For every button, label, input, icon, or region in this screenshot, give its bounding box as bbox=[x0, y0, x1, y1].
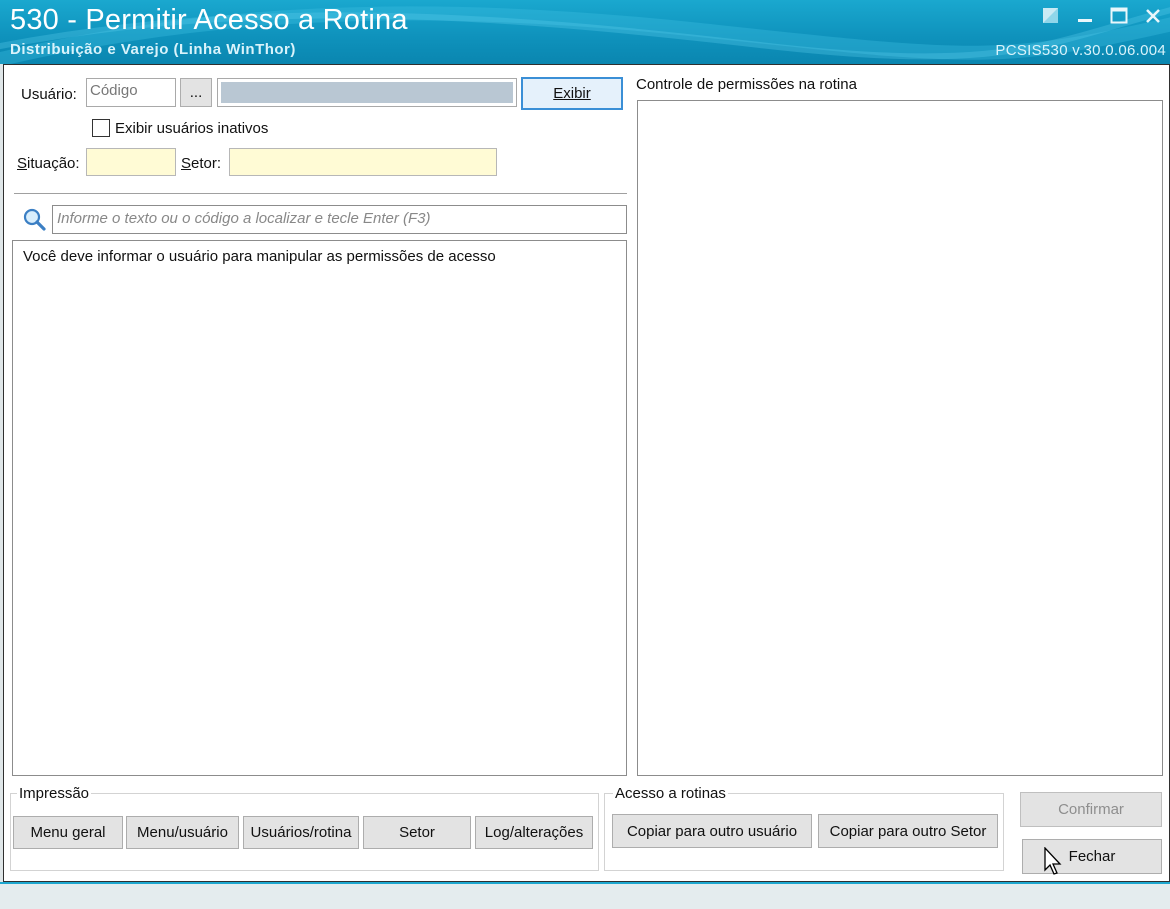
status-bar bbox=[0, 882, 1170, 909]
situacao-label-text: ituação: bbox=[27, 155, 80, 172]
title-bar: 530 - Permitir Acesso a Rotina Distribui… bbox=[0, 0, 1170, 64]
exibir-button[interactable]: Exibir bbox=[521, 77, 623, 110]
copiar-outro-setor-button[interactable]: Copiar para outro Setor bbox=[818, 814, 998, 848]
menu-usuario-label: Menu/usuário bbox=[137, 824, 228, 841]
copiar-outro-usuario-button[interactable]: Copiar para outro usuário bbox=[612, 814, 812, 848]
menu-geral-button[interactable]: Menu geral bbox=[13, 816, 123, 849]
fechar-button[interactable]: Fechar bbox=[1022, 839, 1162, 874]
setor-button[interactable]: Setor bbox=[363, 816, 471, 849]
setor-input[interactable] bbox=[229, 148, 497, 176]
usuario-codigo-input[interactable]: Código bbox=[86, 78, 176, 107]
filter-separator bbox=[14, 193, 627, 194]
log-alteracoes-label: Log/alterações bbox=[484, 824, 584, 841]
maximize-icon[interactable] bbox=[1108, 5, 1130, 27]
exibir-button-label: Exibir bbox=[553, 85, 591, 102]
usuario-lookup-button[interactable]: ... bbox=[180, 78, 212, 107]
usuario-nome-value bbox=[221, 82, 513, 103]
setor-button-label: Setor bbox=[399, 824, 435, 841]
impressao-group-title: Impressão bbox=[17, 785, 92, 802]
copiar-outro-usuario-label: Copiar para outro usuário bbox=[626, 822, 798, 840]
confirmar-button[interactable]: Confirmar bbox=[1020, 792, 1162, 827]
situacao-label: Situação: bbox=[17, 155, 80, 172]
main-form: Usuário: Código ... Exibir Exibir usuári… bbox=[3, 64, 1170, 882]
restore-layout-icon[interactable] bbox=[1040, 5, 1062, 27]
exibir-inativos-checkbox[interactable] bbox=[92, 119, 110, 137]
menu-usuario-button[interactable]: Menu/usuário bbox=[126, 816, 239, 849]
exibir-inativos-label: Exibir usuários inativos bbox=[115, 120, 269, 137]
empty-message: Você deve informar o usuário para manipu… bbox=[23, 248, 496, 265]
window-subtitle: Distribuição e Varejo (Linha WinThor) bbox=[10, 41, 296, 58]
minimize-icon[interactable] bbox=[1074, 5, 1096, 27]
log-alteracoes-button[interactable]: Log/alterações bbox=[475, 816, 593, 849]
controle-permissoes-title: Controle de permissões na rotina bbox=[636, 76, 857, 93]
usuarios-rotina-button[interactable]: Usuários/rotina bbox=[243, 816, 359, 849]
situacao-input[interactable] bbox=[86, 148, 176, 176]
permissions-tree-panel[interactable]: Você deve informar o usuário para manipu… bbox=[12, 240, 627, 776]
close-icon[interactable] bbox=[1142, 5, 1164, 27]
copiar-outro-setor-label: Copiar para outro Setor bbox=[829, 822, 987, 840]
confirmar-label: Confirmar bbox=[1058, 801, 1124, 818]
usuarios-rotina-label: Usuários/rotina bbox=[250, 824, 352, 841]
usuario-label: Usuário: bbox=[21, 86, 77, 103]
version-label: PCSIS530 v.30.0.06.004 bbox=[995, 42, 1166, 59]
codigo-placeholder: Código bbox=[90, 82, 138, 99]
window-title: 530 - Permitir Acesso a Rotina bbox=[10, 4, 408, 36]
fechar-label: Fechar bbox=[1068, 848, 1116, 865]
search-input[interactable]: Informe o texto ou o código a localizar … bbox=[52, 205, 627, 234]
usuario-nome-field bbox=[217, 78, 517, 107]
controle-permissoes-panel[interactable] bbox=[637, 100, 1163, 776]
acesso-rotinas-group-title: Acesso a rotinas bbox=[613, 785, 728, 802]
mouse-cursor-icon bbox=[1044, 846, 1064, 875]
search-placeholder: Informe o texto ou o código a localizar … bbox=[57, 210, 431, 227]
search-icon bbox=[22, 207, 48, 233]
menu-geral-label: Menu geral bbox=[30, 824, 106, 841]
setor-label: Setor: bbox=[181, 155, 222, 172]
